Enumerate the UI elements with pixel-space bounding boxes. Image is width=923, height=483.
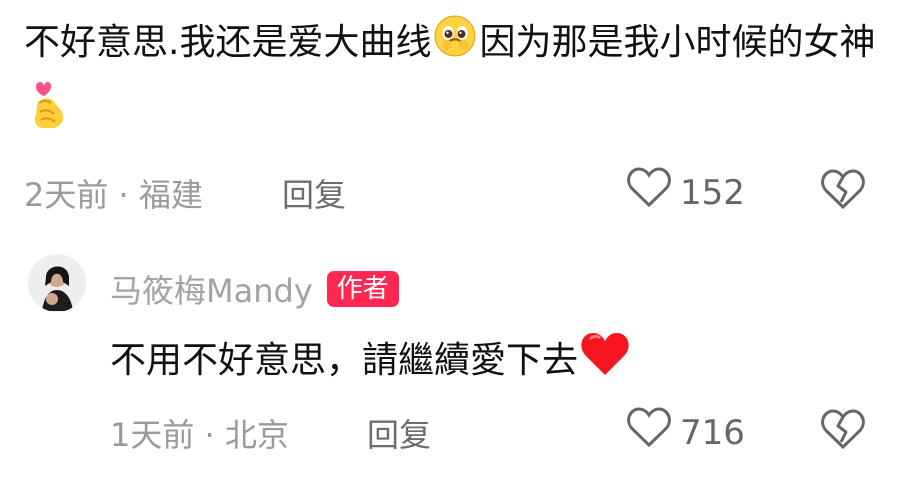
- comment-text-part-2: 因为那是我小时候的女神: [479, 22, 876, 63]
- comment-reply-button[interactable]: 回复: [282, 170, 346, 216]
- reply-text: 不用不好意思，請繼續愛下去: [110, 330, 632, 396]
- reply-dislike-button[interactable]: [820, 409, 866, 455]
- reply-meta: 1天前 · 北京: [110, 410, 289, 456]
- reply-text-content: 不用不好意思，請繼續愛下去: [110, 340, 579, 381]
- reply-author-name[interactable]: 马筱梅Mandy: [110, 266, 313, 312]
- comment-dislike-button[interactable]: [820, 169, 866, 215]
- comment-text: 不好意思.我还是爱大曲线 因为那是我小时候的女神: [24, 12, 904, 150]
- comment-like-button[interactable]: 152: [626, 167, 745, 218]
- comment-location: 福建: [138, 176, 203, 214]
- heart-outline-icon: [626, 407, 672, 458]
- heart-outline-icon: [626, 167, 672, 218]
- comment-separator: ·: [118, 176, 129, 214]
- reply-separator: ·: [204, 416, 215, 454]
- author-avatar[interactable]: [28, 254, 86, 312]
- reply-like-count: 716: [680, 412, 745, 453]
- comment-text-part-1: 不好意思.我还是爱大曲线: [24, 22, 432, 63]
- comment-like-count: 152: [680, 172, 745, 213]
- reply-date: 1天前: [110, 416, 195, 454]
- reply-like-button[interactable]: 716: [626, 407, 745, 458]
- reply-location: 北京: [224, 416, 289, 454]
- reply-author-row: 马筱梅Mandy 作者: [110, 266, 399, 312]
- heart-hand-icon: [24, 78, 70, 150]
- author-badge: 作者: [326, 271, 399, 307]
- comment-date: 2天前: [24, 176, 109, 214]
- red-heart-icon: [578, 330, 632, 396]
- broken-heart-icon: [820, 409, 866, 455]
- broken-heart-icon: [820, 169, 866, 215]
- comment-meta: 2天前 · 福建: [24, 170, 203, 216]
- pleading-face-icon: [431, 12, 479, 78]
- reply-reply-button[interactable]: 回复: [367, 410, 431, 456]
